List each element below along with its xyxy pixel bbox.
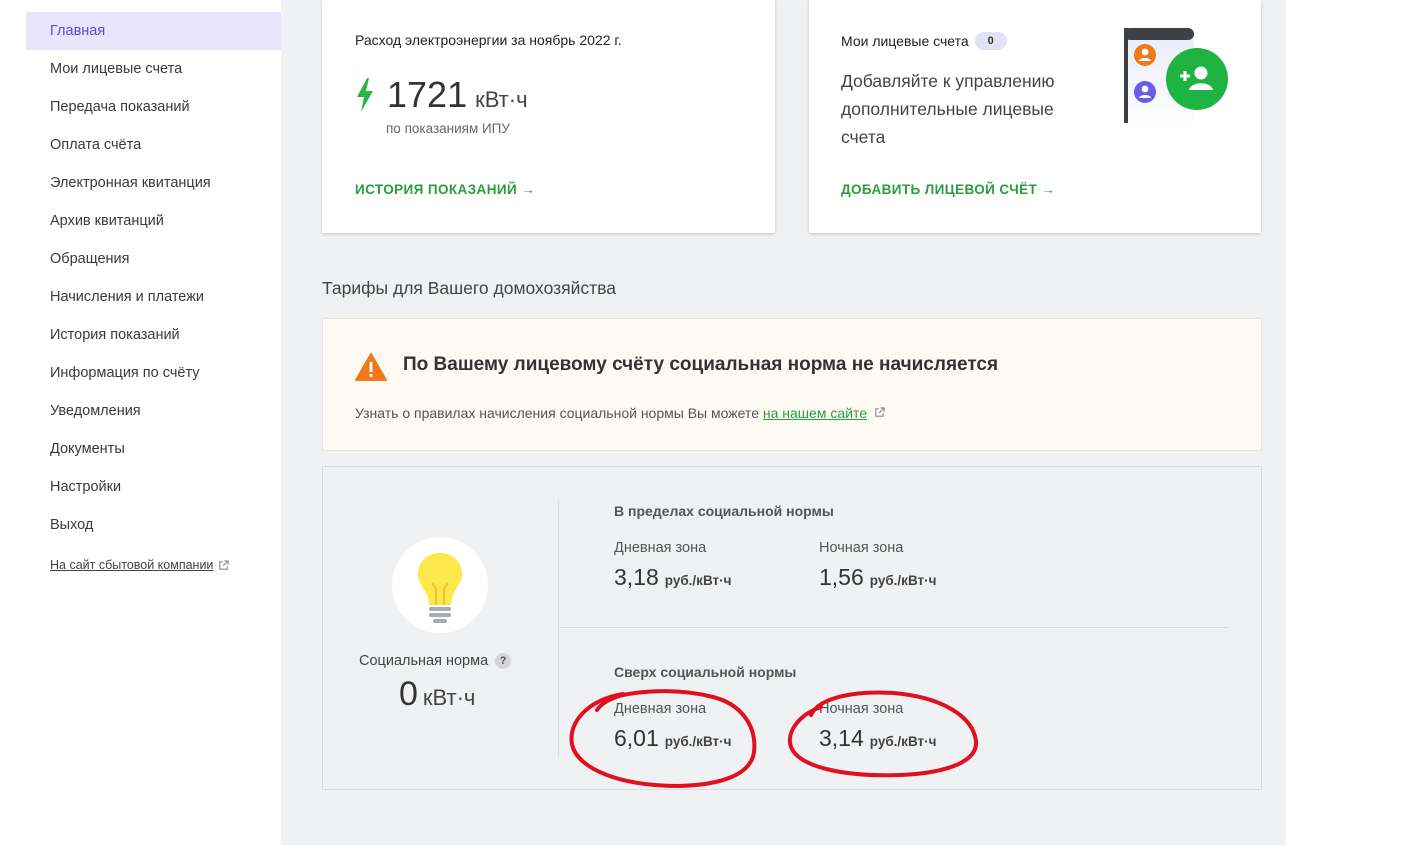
warning-icon <box>355 353 387 381</box>
sidebar-item-receipt-archive[interactable]: Архив квитанций <box>26 202 281 240</box>
sidebar-item-home[interactable]: Главная <box>26 12 281 50</box>
sidebar-item-documents[interactable]: Документы <box>26 430 281 468</box>
sidebar-item-charges[interactable]: Начисления и платежи <box>26 278 281 316</box>
social-norm-warning: По Вашему лицевому счёту социальная норм… <box>322 318 1262 451</box>
sidebar-item-notifications[interactable]: Уведомления <box>26 392 281 430</box>
within-night-rate: 1,56 руб./кВт·ч <box>819 564 936 591</box>
accounts-title: Мои лицевые счета <box>841 33 969 49</box>
within-day-label: Дневная зона <box>614 540 707 556</box>
tariff-details: Социальная норма ? 0 кВт·ч В пределах со… <box>322 466 1262 790</box>
within-day-rate: 3,18 руб./кВт·ч <box>614 564 731 591</box>
sidebar-item-requests[interactable]: Обращения <box>26 240 281 278</box>
sidebar-item-settings[interactable]: Настройки <box>26 468 281 506</box>
sidebar-item-readings-history[interactable]: История показаний <box>26 316 281 354</box>
consumption-card: Расход электроэнергии за ноябрь 2022 г. … <box>322 0 775 233</box>
consumption-value: 1721 <box>387 74 468 115</box>
social-norm-label-row: Социальная норма ? <box>359 653 512 669</box>
vertical-divider <box>558 500 559 757</box>
horizontal-divider <box>558 627 1229 628</box>
within-night-label: Ночная зона <box>819 540 904 556</box>
warning-title: По Вашему лицевому счёту социальная норм… <box>403 354 999 375</box>
readings-history-link[interactable]: ИСТОРИЯ ПОКАЗАНИЙ → <box>355 182 535 197</box>
add-account-link[interactable]: ДОБАВИТЬ ЛИЦЕВОЙ СЧЁТ → <box>841 182 1055 197</box>
sidebar-item-accounts[interactable]: Мои лицевые счета <box>26 50 281 88</box>
sidebar-item-readings-submit[interactable]: Передача показаний <box>26 88 281 126</box>
sidebar-nav: Главная Мои лицевые счета Передача показ… <box>26 12 281 572</box>
warning-text: Узнать о правилах начисления социальной … <box>355 405 885 421</box>
our-site-link[interactable]: на нашем сайте <box>763 405 867 421</box>
light-bulb-icon <box>418 553 462 623</box>
social-norm-label: Социальная норма <box>359 653 489 669</box>
supplier-site-link-label: На сайт сбытовой компании <box>50 558 214 572</box>
sidebar-item-payment[interactable]: Оплата счёта <box>26 126 281 164</box>
consumption-title: Расход электроэнергии за ноябрь 2022 г. <box>355 32 622 48</box>
consumption-unit: кВт·ч <box>475 87 528 112</box>
external-link-icon <box>875 407 885 417</box>
above-night-label: Ночная зона <box>819 701 904 717</box>
lightning-icon <box>357 78 373 112</box>
above-day-label: Дневная зона <box>614 701 707 717</box>
bulb-badge <box>392 537 488 633</box>
warning-text-body: Узнать о правилах начисления социальной … <box>355 405 763 421</box>
within-norm-title: В пределах социальной нормы <box>614 503 834 519</box>
above-day-rate: 6,01 руб./кВт·ч <box>614 725 731 752</box>
above-night-value: 3,14 <box>819 725 864 751</box>
external-link-icon <box>219 559 230 570</box>
above-norm-title: Сверх социальной нормы <box>614 664 797 680</box>
accounts-count-badge: 0 <box>974 32 1007 50</box>
consumption-value-row: 1721 кВт·ч <box>355 74 528 116</box>
sidebar-item-e-receipt[interactable]: Электронная квитанция <box>26 164 281 202</box>
supplier-site-link[interactable]: На сайт сбытовой компании <box>26 558 281 572</box>
accounts-description: Добавляйте к управлению дополнительные л… <box>841 71 1055 147</box>
tariffs-section-title: Тарифы для Вашего домохозяйства <box>322 278 616 298</box>
main-content: Расход электроэнергии за ноябрь 2022 г. … <box>281 0 1286 845</box>
rate-unit: руб./кВт·ч <box>664 573 732 588</box>
sidebar-item-account-info[interactable]: Информация по счёту <box>26 354 281 392</box>
consumption-subtitle: по показаниям ИПУ <box>386 121 510 136</box>
rate-unit: руб./кВт·ч <box>869 734 937 749</box>
social-norm-unit: кВт·ч <box>422 685 476 710</box>
above-day-value: 6,01 <box>614 725 659 751</box>
add-account-illustration-icon <box>1124 28 1228 128</box>
sidebar-item-logout[interactable]: Выход <box>26 506 281 544</box>
help-icon[interactable]: ? <box>495 653 512 669</box>
above-night-rate: 3,14 руб./кВт·ч <box>819 725 936 752</box>
accounts-title-row: Мои лицевые счета 0 <box>841 32 1007 50</box>
accounts-card: Мои лицевые счета 0 Добавляйте к управле… <box>809 0 1261 233</box>
within-day-value: 3,18 <box>614 564 659 590</box>
social-norm-value-row: 0 кВт·ч <box>399 675 475 714</box>
rate-unit: руб./кВт·ч <box>664 734 732 749</box>
rate-unit: руб./кВт·ч <box>869 573 937 588</box>
social-norm-value: 0 <box>399 675 418 713</box>
within-night-value: 1,56 <box>819 564 864 590</box>
